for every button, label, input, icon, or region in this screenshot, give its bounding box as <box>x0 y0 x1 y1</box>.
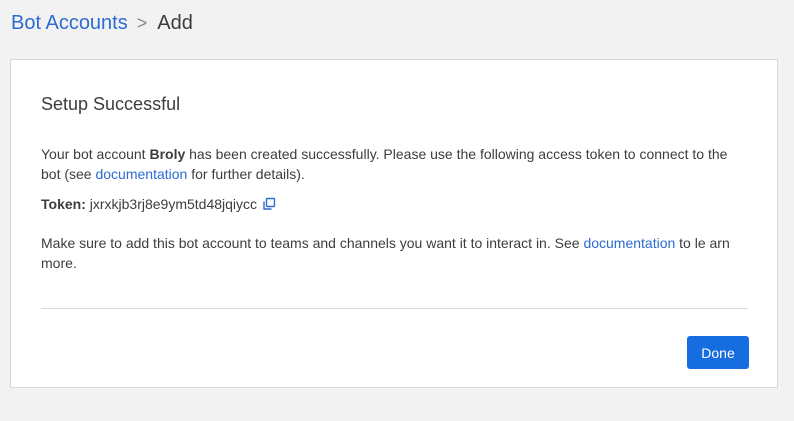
token-value: jxrxkjb3rj8e9ym5td48jqiycc <box>89 196 258 212</box>
success-message-prefix: Your bot account <box>41 146 150 162</box>
breadcrumb: Bot Accounts > Add <box>11 10 193 36</box>
success-message: Your bot account Broly has been created … <box>41 144 741 184</box>
success-message-suffix: for further details). <box>187 166 305 182</box>
setup-successful-card: Setup Successful Your bot account Broly … <box>10 59 778 388</box>
card-title: Setup Successful <box>41 94 181 114</box>
breadcrumb-bot-accounts-link[interactable]: Bot Accounts <box>11 10 128 36</box>
divider <box>41 308 748 309</box>
documentation-link-2[interactable]: documentation <box>583 235 675 251</box>
copy-icon[interactable] <box>262 196 276 210</box>
token-row: Token: jxrxkjb3rj8e9ym5td48jqiycc <box>41 194 741 214</box>
breadcrumb-current: Add <box>157 12 193 34</box>
documentation-link[interactable]: documentation <box>95 166 187 182</box>
teams-message: Make sure to add this bot account to tea… <box>41 233 741 273</box>
done-button[interactable]: Done <box>687 336 749 369</box>
breadcrumb-separator-icon: > <box>136 13 148 33</box>
bot-name: Broly <box>149 146 186 162</box>
teams-message-prefix: Make sure to add this bot account to tea… <box>41 235 584 251</box>
token-label: Token: <box>41 196 86 212</box>
